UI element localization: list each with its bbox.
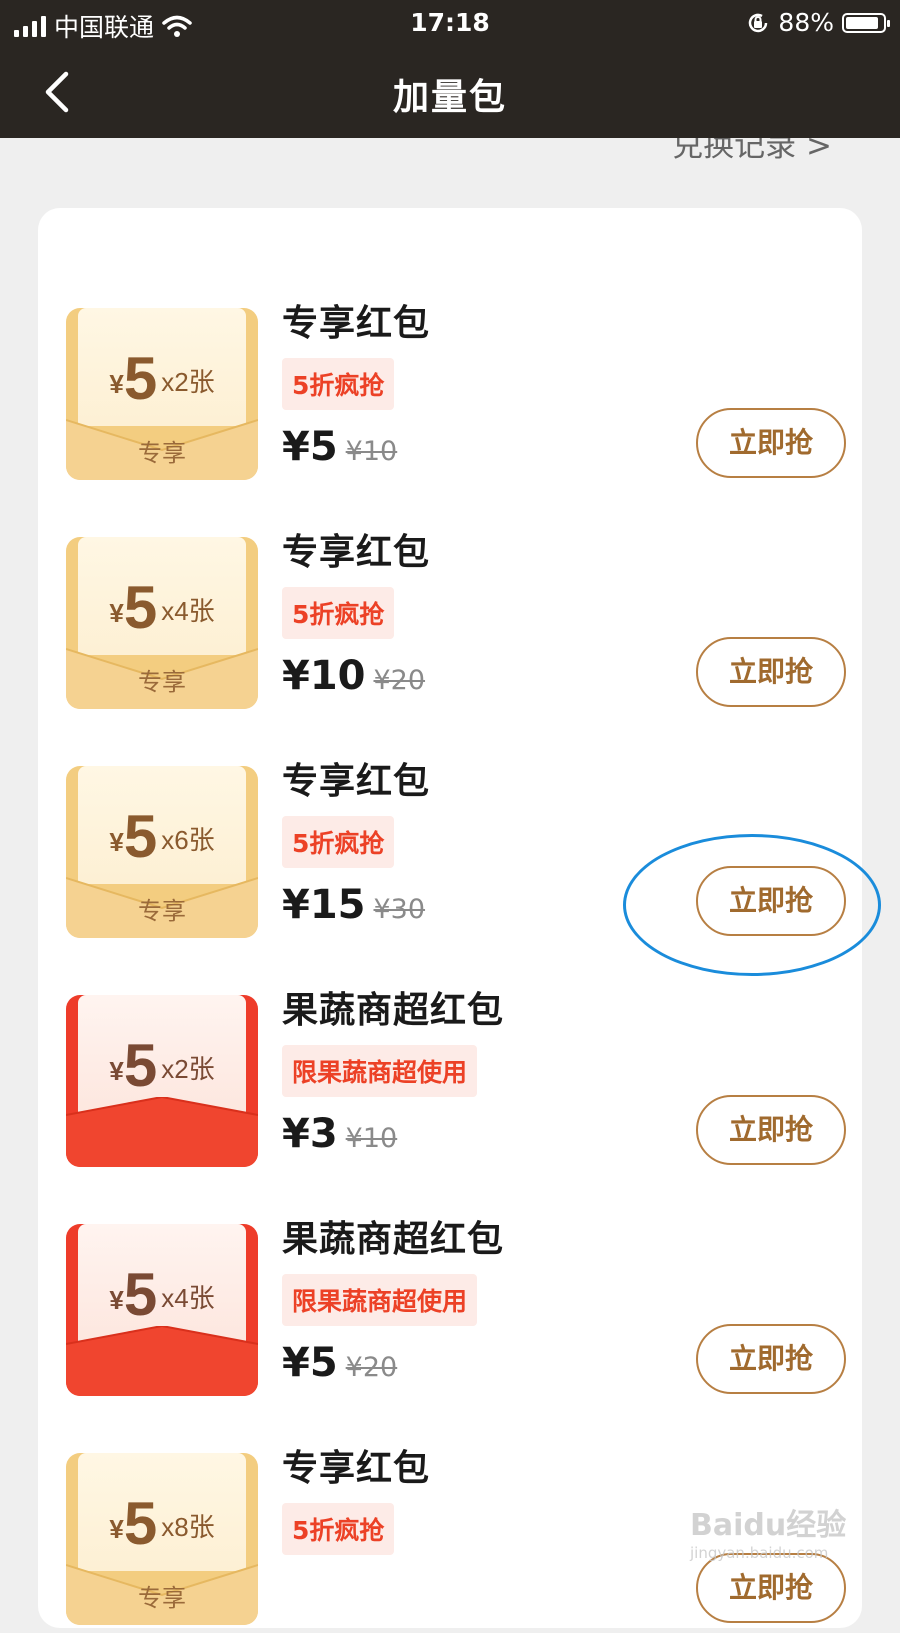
watermark: Baidu经验 jingyan.baidu.com — [690, 1500, 846, 1562]
discount-badge: 5折疯抢 — [282, 587, 395, 639]
discount-badge: 限果蔬商超使用 — [282, 1274, 478, 1326]
current-price: ¥5 — [282, 1340, 338, 1386]
price-row: ¥5 ¥20 — [282, 1340, 504, 1386]
red-packet-icon: ¥5 x6张专享 — [66, 758, 258, 938]
packet-tag: 专享 — [138, 668, 186, 696]
watermark-text: Baidu经验 — [690, 1508, 847, 1543]
current-price: ¥10 — [282, 653, 366, 699]
grab-now-button[interactable]: 立即抢 — [696, 866, 846, 936]
grab-now-button[interactable]: 立即抢 — [696, 1553, 846, 1623]
package-item: ¥5 x2张 果蔬商超红包限果蔬商超使用 ¥3 ¥10 立即抢 — [66, 975, 846, 1175]
packet-amount: ¥5 x2张 — [109, 1032, 215, 1099]
package-item: ¥5 x6张 专享 专享红包 5折疯抢 ¥15 ¥30 立即抢 — [66, 746, 846, 946]
current-price: ¥3 — [282, 1111, 338, 1157]
packet-tag: 专享 — [138, 1584, 186, 1612]
status-right: 88% — [746, 8, 890, 37]
page-title: 加量包 — [392, 77, 507, 118]
package-info: 专享红包 5折疯抢 ¥10 ¥20 — [282, 523, 430, 699]
original-price: ¥20 — [373, 665, 426, 696]
package-item: ¥5 x4张 果蔬商超红包限果蔬商超使用 ¥5 ¥20 立即抢 — [66, 1204, 846, 1404]
discount-badge: 5折疯抢 — [282, 1503, 395, 1555]
grab-now-button[interactable]: 立即抢 — [696, 1095, 846, 1165]
grab-now-button[interactable]: 立即抢 — [696, 1324, 846, 1394]
battery-icon — [842, 12, 890, 33]
discount-badge: 5折疯抢 — [282, 358, 395, 410]
package-info: 果蔬商超红包限果蔬商超使用 ¥3 ¥10 — [282, 981, 504, 1157]
packet-tag: 专享 — [138, 897, 186, 925]
original-price: ¥10 — [345, 1123, 398, 1154]
packet-amount: ¥5 x4张 — [109, 574, 215, 641]
original-price: ¥20 — [345, 1352, 398, 1383]
battery-percent: 88% — [778, 8, 834, 37]
price-row: ¥3 ¥10 — [282, 1111, 504, 1157]
original-price: ¥10 — [345, 436, 398, 467]
package-name: 果蔬商超红包 — [282, 990, 505, 1031]
package-list: ¥5 x2张 专享 专享红包 5折疯抢 ¥5 ¥10 立即抢 ¥5 x4张 专享 专享红包 5折疯抢 ¥1… — [38, 208, 862, 1628]
package-info: 专享红包 5折疯抢 ¥5 ¥10 — [282, 294, 430, 470]
package-name: 专享红包 — [282, 532, 431, 573]
red-packet-icon: ¥5 x8张专享 — [66, 1445, 258, 1625]
packet-amount: ¥5 x2张 — [109, 345, 215, 412]
package-name: 专享红包 — [282, 761, 431, 802]
package-info: 专享红包 5折疯抢 — [282, 1439, 430, 1615]
grab-now-button[interactable]: 立即抢 — [696, 408, 846, 478]
watermark-sub: jingyan.baidu.com — [690, 1544, 829, 1562]
discount-badge: 限果蔬商超使用 — [282, 1045, 478, 1097]
packet-tag: 专享 — [138, 439, 186, 467]
discount-badge: 5折疯抢 — [282, 816, 395, 868]
grab-now-button[interactable]: 立即抢 — [696, 637, 846, 707]
packet-amount: ¥5 x6张 — [109, 803, 215, 870]
status-bar: 中国联通 17:18 88% — [0, 0, 900, 46]
price-row: ¥5 ¥10 — [282, 424, 430, 470]
price-row — [282, 1569, 430, 1615]
red-packet-icon: ¥5 x2张 — [66, 987, 258, 1167]
package-item: ¥5 x4张 专享 专享红包 5折疯抢 ¥10 ¥20 立即抢 — [66, 517, 846, 717]
price-row: ¥15 ¥30 — [282, 882, 430, 928]
packet-amount: ¥5 x8张 — [109, 1490, 215, 1557]
package-name: 专享红包 — [282, 1448, 431, 1489]
package-info: 专享红包 5折疯抢 ¥15 ¥30 — [282, 752, 430, 928]
current-price: ¥5 — [282, 424, 338, 470]
packet-amount: ¥5 x4张 — [109, 1261, 215, 1328]
price-row: ¥10 ¥20 — [282, 653, 430, 699]
current-price: ¥15 — [282, 882, 366, 928]
rotation-lock-icon — [749, 13, 768, 32]
red-packet-icon: ¥5 x4张 — [66, 1216, 258, 1396]
package-item: ¥5 x2张 专享 专享红包 5折疯抢 ¥5 ¥10 立即抢 — [66, 288, 846, 488]
red-packet-icon: ¥5 x2张专享 — [66, 300, 258, 480]
package-info: 果蔬商超红包限果蔬商超使用 ¥5 ¥20 — [282, 1210, 504, 1386]
red-packet-icon: ¥5 x4张专享 — [66, 529, 258, 709]
package-name: 专享红包 — [282, 303, 431, 344]
package-name: 果蔬商超红包 — [282, 1219, 505, 1260]
original-price: ¥30 — [373, 894, 426, 925]
nav-bar: 加量包 — [0, 46, 900, 138]
